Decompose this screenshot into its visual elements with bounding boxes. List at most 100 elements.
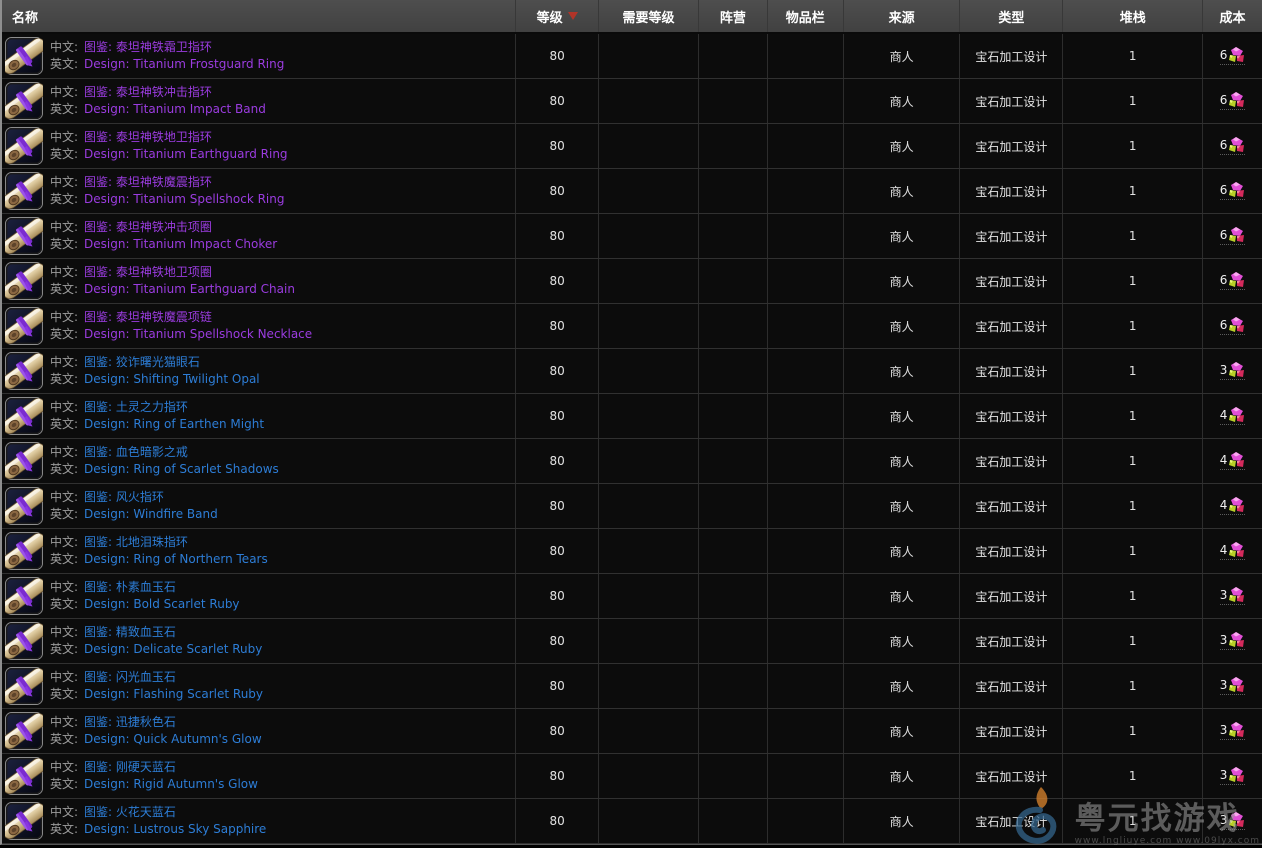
design-scroll-icon[interactable]: [5, 712, 43, 750]
stack-cell: 1: [1063, 799, 1203, 843]
design-scroll-icon[interactable]: [5, 37, 43, 75]
column-header-level[interactable]: 等级: [516, 0, 599, 32]
cost-link[interactable]: 3: [1220, 722, 1246, 740]
design-scroll-icon[interactable]: [5, 352, 43, 390]
item-link-cn[interactable]: 图鉴: 闪光血玉石: [84, 670, 176, 684]
cn-line: 中文:图鉴: 泰坦神铁霜卫指环: [50, 39, 284, 56]
item-link-en[interactable]: Design: Titanium Frostguard Ring: [84, 57, 284, 71]
cn-line: 中文:图鉴: 土灵之力指环: [50, 399, 264, 416]
column-header-label: 来源: [889, 7, 915, 26]
cost-link[interactable]: 3: [1220, 362, 1246, 380]
cost-link[interactable]: 6: [1220, 47, 1246, 65]
cost-link[interactable]: 6: [1220, 137, 1246, 155]
stack-cell: 1: [1063, 79, 1203, 123]
item-link-cn[interactable]: 图鉴: 精致血玉石: [84, 625, 176, 639]
item-link-en[interactable]: Design: Titanium Earthguard Chain: [84, 282, 295, 296]
column-header-cost[interactable]: 成本: [1203, 0, 1262, 32]
item-link-en[interactable]: Design: Quick Autumn's Glow: [84, 732, 262, 746]
item-link-cn[interactable]: 图鉴: 火花天蓝石: [84, 805, 176, 819]
item-link-en[interactable]: Design: Flashing Scarlet Ruby: [84, 687, 263, 701]
item-link-cn[interactable]: 图鉴: 泰坦神铁冲击指环: [84, 85, 212, 99]
item-link-cn[interactable]: 图鉴: 泰坦神铁魔震项链: [84, 310, 212, 324]
item-link-cn[interactable]: 图鉴: 朴素血玉石: [84, 580, 176, 594]
item-link-cn[interactable]: 图鉴: 泰坦神铁冲击项圈: [84, 220, 212, 234]
item-link-cn[interactable]: 图鉴: 刚硬天蓝石: [84, 760, 176, 774]
design-scroll-icon[interactable]: [5, 757, 43, 795]
column-header-source[interactable]: 来源: [844, 0, 961, 32]
stack-cell: 1: [1063, 619, 1203, 663]
item-link-en[interactable]: Design: Titanium Impact Choker: [84, 237, 277, 251]
design-scroll-icon[interactable]: [5, 622, 43, 660]
item-link-en[interactable]: Design: Shifting Twilight Opal: [84, 372, 260, 386]
slot-cell: [768, 709, 844, 753]
cn-line: 中文:图鉴: 北地泪珠指环: [50, 534, 268, 551]
item-link-en[interactable]: Design: Titanium Spellshock Necklace: [84, 327, 312, 341]
cost-link[interactable]: 3: [1220, 677, 1246, 695]
en-label: 英文:: [50, 777, 78, 791]
cost-link[interactable]: 6: [1220, 182, 1246, 200]
type-cell: 宝石加工设计: [960, 259, 1063, 303]
item-link-en[interactable]: Design: Bold Scarlet Ruby: [84, 597, 240, 611]
name-cell: 中文:图鉴: 泰坦神铁冲击指环 英文:Design: Titanium Impa…: [2, 79, 516, 123]
design-scroll-icon[interactable]: [5, 802, 43, 840]
cost-link[interactable]: 3: [1220, 587, 1246, 605]
design-scroll-icon[interactable]: [5, 577, 43, 615]
item-link-en[interactable]: Design: Delicate Scarlet Ruby: [84, 642, 262, 656]
item-link-cn[interactable]: 图鉴: 泰坦神铁地卫指环: [84, 130, 212, 144]
design-scroll-icon[interactable]: [5, 667, 43, 705]
design-scroll-icon[interactable]: [5, 127, 43, 165]
column-header-faction[interactable]: 阵营: [699, 0, 768, 32]
item-link-en[interactable]: Design: Titanium Earthguard Ring: [84, 147, 288, 161]
item-link-en[interactable]: Design: Lustrous Sky Sapphire: [84, 822, 266, 836]
source-cell: 商人: [844, 259, 961, 303]
column-header-slot[interactable]: 物品栏: [768, 0, 844, 32]
design-scroll-icon[interactable]: [5, 397, 43, 435]
cn-label: 中文:: [50, 175, 78, 189]
item-link-cn[interactable]: 图鉴: 血色暗影之戒: [84, 445, 188, 459]
item-link-cn[interactable]: 图鉴: 北地泪珠指环: [84, 535, 188, 549]
level-cell: 80: [516, 754, 599, 798]
item-link-cn[interactable]: 图鉴: 风火指环: [84, 490, 164, 504]
item-link-en[interactable]: Design: Titanium Impact Band: [84, 102, 266, 116]
item-link-en[interactable]: Design: Ring of Northern Tears: [84, 552, 268, 566]
cost-cell: 3: [1203, 619, 1262, 663]
design-scroll-icon[interactable]: [5, 442, 43, 480]
item-link-en[interactable]: Design: Windfire Band: [84, 507, 218, 521]
design-scroll-icon[interactable]: [5, 307, 43, 345]
item-names: 中文:图鉴: 土灵之力指环 英文:Design: Ring of Earthen…: [50, 399, 264, 433]
design-scroll-icon[interactable]: [5, 217, 43, 255]
item-link-cn[interactable]: 图鉴: 泰坦神铁魔震指环: [84, 175, 212, 189]
design-scroll-icon[interactable]: [5, 172, 43, 210]
cost-link[interactable]: 6: [1220, 272, 1246, 290]
column-header-type[interactable]: 类型: [960, 0, 1063, 32]
level-cell: 80: [516, 709, 599, 753]
item-link-cn[interactable]: 图鉴: 土灵之力指环: [84, 400, 188, 414]
cost-link[interactable]: 4: [1220, 407, 1246, 425]
column-header-req[interactable]: 需要等级: [599, 0, 699, 32]
item-link-en[interactable]: Design: Rigid Autumn's Glow: [84, 777, 258, 791]
design-scroll-icon[interactable]: [5, 262, 43, 300]
item-link-cn[interactable]: 图鉴: 泰坦神铁霜卫指环: [84, 40, 212, 54]
cost-link[interactable]: 6: [1220, 317, 1246, 335]
item-link-en[interactable]: Design: Ring of Scarlet Shadows: [84, 462, 279, 476]
column-header-name[interactable]: 名称: [2, 0, 516, 32]
item-link-cn[interactable]: 图鉴: 迅捷秋色石: [84, 715, 176, 729]
item-link-cn[interactable]: 图鉴: 泰坦神铁地卫项圈: [84, 265, 212, 279]
cost-link[interactable]: 6: [1220, 227, 1246, 245]
cost-link[interactable]: 3: [1220, 812, 1246, 830]
cost-link[interactable]: 4: [1220, 542, 1246, 560]
column-header-stack[interactable]: 堆栈: [1063, 0, 1203, 32]
cost-link[interactable]: 3: [1220, 632, 1246, 650]
cost-link[interactable]: 3: [1220, 767, 1246, 785]
item-link-cn[interactable]: 图鉴: 狡诈曙光猫眼石: [84, 355, 200, 369]
cost-link[interactable]: 4: [1220, 497, 1246, 515]
cost-link[interactable]: 6: [1220, 92, 1246, 110]
item-names: 中文:图鉴: 朴素血玉石 英文:Design: Bold Scarlet Rub…: [50, 579, 240, 613]
en-label: 英文:: [50, 462, 78, 476]
design-scroll-icon[interactable]: [5, 487, 43, 525]
design-scroll-icon[interactable]: [5, 82, 43, 120]
item-link-en[interactable]: Design: Titanium Spellshock Ring: [84, 192, 284, 206]
design-scroll-icon[interactable]: [5, 532, 43, 570]
cost-link[interactable]: 4: [1220, 452, 1246, 470]
item-link-en[interactable]: Design: Ring of Earthen Might: [84, 417, 264, 431]
